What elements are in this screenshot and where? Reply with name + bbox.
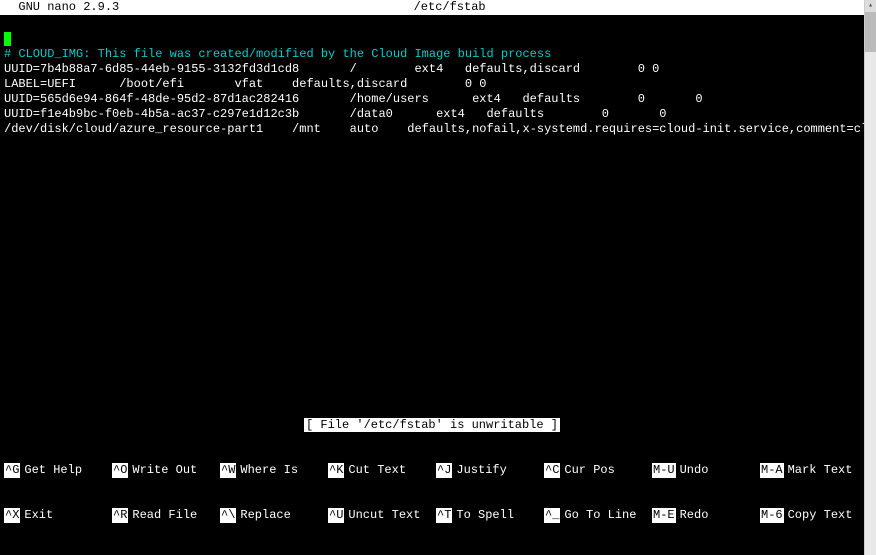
editor-area[interactable]: # CLOUD_IMG: This file was created/modif… — [0, 15, 864, 418]
fstab-line: UUID=f1e4b9bc-f0eb-4b5a-ac37-c297e1d12c3… — [4, 107, 667, 121]
shortcut-write-out[interactable]: ^OWrite Out — [112, 463, 220, 478]
shortcut-undo[interactable]: M-UUndo — [652, 463, 760, 478]
shortcut-cur-pos[interactable]: ^CCur Pos — [544, 463, 652, 478]
fstab-line: UUID=7b4b88a7-6d85-44eb-9155-3132fd3d1cd… — [4, 62, 659, 76]
status-message: [ File '/etc/fstab' is unwritable ] — [304, 418, 560, 432]
status-bar: [ File '/etc/fstab' is unwritable ] — [0, 418, 864, 433]
app-name: GNU nano 2.9.3 — [4, 0, 119, 15]
shortcut-read-file[interactable]: ^RRead File — [112, 508, 220, 523]
comment-line: # CLOUD_IMG: This file was created/modif… — [4, 47, 551, 61]
shortcut-where-is[interactable]: ^WWhere Is — [220, 463, 328, 478]
shortcut-justify[interactable]: ^JJustify — [436, 463, 544, 478]
shortcut-copy-text[interactable]: M-6Copy Text — [760, 508, 868, 523]
shortcut-go-to-line[interactable]: ^_Go To Line — [544, 508, 652, 523]
nano-terminal: GNU nano 2.9.3 /etc/fstab # CLOUD_IMG: T… — [0, 0, 864, 555]
shortcut-redo[interactable]: M-ERedo — [652, 508, 760, 523]
text-cursor — [4, 32, 11, 46]
fstab-line: UUID=565d6e94-864f-48de-95d2-87d1ac28241… — [4, 92, 703, 106]
shortcut-cut-text[interactable]: ^KCut Text — [328, 463, 436, 478]
shortcut-bar: ^GGet Help ^OWrite Out ^WWhere Is ^KCut … — [0, 433, 864, 555]
shortcut-mark-text[interactable]: M-AMark Text — [760, 463, 868, 478]
scrollbar[interactable]: ▴ — [864, 0, 876, 555]
shortcut-to-spell[interactable]: ^TTo Spell — [436, 508, 544, 523]
scroll-thumb[interactable] — [865, 12, 876, 52]
shortcut-exit[interactable]: ^XExit — [4, 508, 112, 523]
fstab-line: /dev/disk/cloud/azure_resource-part1 /mn… — [4, 122, 864, 136]
shortcut-uncut-text[interactable]: ^UUncut Text — [328, 508, 436, 523]
file-path: /etc/fstab — [119, 0, 780, 15]
shortcut-get-help[interactable]: ^GGet Help — [4, 463, 112, 478]
shortcut-replace[interactable]: ^\Replace — [220, 508, 328, 523]
fstab-line: LABEL=UEFI /boot/efi vfat defaults,disca… — [4, 77, 486, 91]
scroll-up-button[interactable]: ▴ — [865, 0, 876, 12]
title-bar: GNU nano 2.9.3 /etc/fstab — [0, 0, 864, 15]
